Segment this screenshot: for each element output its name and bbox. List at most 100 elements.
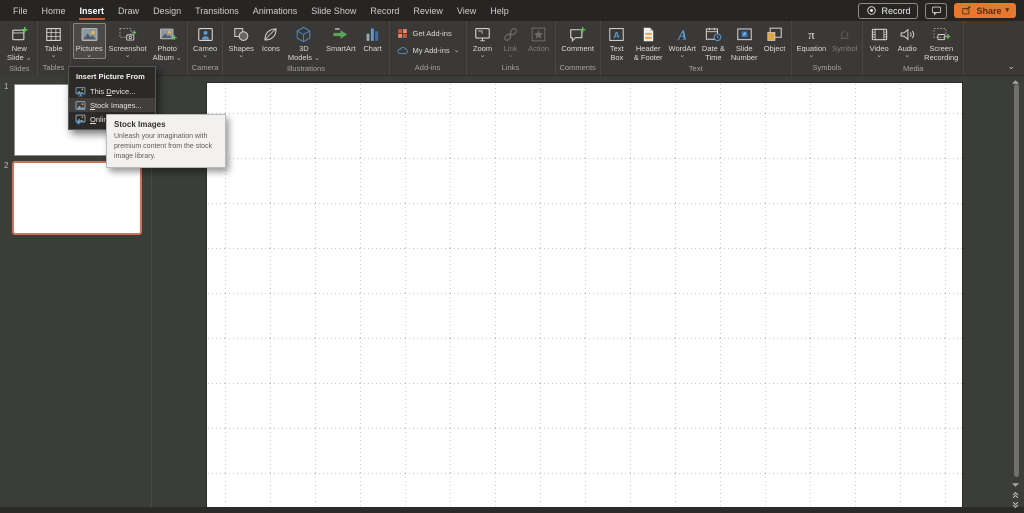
tab-home[interactable]: Home — [35, 0, 73, 21]
scroll-down-icon[interactable] — [1010, 480, 1021, 489]
this-device-icon — [75, 86, 86, 97]
chevron-down-icon: ⌄ — [480, 53, 486, 58]
shapes-button[interactable]: Shapes⌄ — [225, 23, 256, 59]
comment-icon — [568, 24, 588, 44]
photo-album-icon — [157, 24, 177, 44]
ribbon-group-label: Camera — [190, 63, 221, 75]
object-button[interactable]: Object — [761, 23, 789, 54]
titlebar-right: Record Share ▾ — [858, 3, 1024, 19]
ribbon-group-illustrations: Shapes⌄Icons3DModels⌄SmartArtChart Illust… — [223, 21, 389, 75]
tab-insert[interactable]: Insert — [73, 0, 112, 21]
equation-button[interactable]: πEquation⌄ — [794, 23, 830, 59]
svg-text:#: # — [743, 32, 746, 38]
tab-record[interactable]: Record — [363, 0, 406, 21]
my-add-ins-button[interactable]: My Add-ins⌄ — [392, 42, 464, 59]
slide-editing-surface[interactable] — [207, 83, 962, 507]
button-label: Header — [636, 44, 661, 53]
get-addins-icon — [396, 27, 409, 40]
button-label: Time — [705, 53, 721, 62]
pictures-button[interactable]: Pictures⌄ — [73, 23, 106, 59]
menu-bar: FileHomeInsertDrawDesignTransitionsAnima… — [0, 0, 1024, 21]
button-label: Recording — [924, 53, 958, 62]
tab-transitions[interactable]: Transitions — [188, 0, 246, 21]
comments-pane-button[interactable] — [925, 3, 947, 19]
chevron-down-icon: ▾ — [1005, 7, 1009, 14]
tab-review[interactable]: Review — [406, 0, 450, 21]
3d-models-button[interactable]: 3DModels⌄ — [285, 23, 323, 64]
smartart-button[interactable]: SmartArt — [323, 23, 359, 54]
tab-file[interactable]: File — [6, 0, 35, 21]
ribbon-group-camera: Cameo⌄ Camera — [188, 21, 224, 75]
collapse-ribbon-icon[interactable]: ⌄ — [1007, 61, 1015, 72]
button-label: Text — [610, 44, 624, 53]
date-time-icon — [703, 24, 723, 44]
table-button[interactable]: Table⌄ — [40, 23, 68, 59]
chevron-down-icon: ⌄ — [904, 53, 910, 58]
button-label: 3D — [299, 44, 309, 53]
wordart-button[interactable]: AWordArt⌄ — [666, 23, 699, 59]
ribbon-group-label: Illustrations — [225, 64, 386, 76]
ribbon-group-add-ins: Get Add-insMy Add-ins⌄Add-ins — [390, 21, 467, 75]
get-add-ins-button[interactable]: Get Add-ins — [392, 25, 456, 42]
previous-slide-button[interactable] — [1010, 490, 1021, 499]
chevron-down-icon: ⌄ — [202, 53, 208, 58]
video-button[interactable]: Video⌄ — [865, 23, 893, 59]
cameo-button[interactable]: Cameo⌄ — [190, 23, 220, 59]
link-button: Link⌄ — [497, 23, 525, 59]
ribbon-group-media: Video⌄Audio⌄ScreenRecordingMedia — [863, 21, 964, 75]
audio-button[interactable]: Audio⌄ — [893, 23, 921, 59]
button-label: SmartArt — [326, 44, 356, 53]
table-icon — [44, 24, 64, 44]
tab-design[interactable]: Design — [146, 0, 188, 21]
date-time-button[interactable]: Date &Time — [699, 23, 728, 64]
tooltip-body: Unleash your imagination with premium co… — [114, 132, 218, 162]
button-label: Screen — [929, 44, 953, 53]
screenshot-button[interactable]: Screenshot⌄ — [106, 23, 150, 59]
photo-album-button[interactable]: PhotoAlbum⌄ — [150, 23, 185, 64]
text-box-button[interactable]: ATextBox — [603, 23, 631, 64]
ribbon-group-text: ATextBoxHeader& FooterAWordArt⌄Date &Tim… — [601, 21, 792, 75]
next-slide-button[interactable] — [1010, 500, 1021, 509]
chart-icon — [363, 24, 383, 44]
comment-button[interactable]: Comment — [558, 23, 597, 54]
audio-icon — [897, 24, 917, 44]
button-label: New — [12, 44, 27, 53]
vertical-scrollbar-thumb[interactable] — [1014, 84, 1019, 477]
tab-draw[interactable]: Draw — [111, 0, 146, 21]
tab-help[interactable]: Help — [483, 0, 516, 21]
button-label: Action — [528, 44, 549, 53]
chevron-down-icon: ⌄ — [86, 53, 92, 58]
ribbon-group-comments: CommentComments — [556, 21, 601, 75]
ribbon-group-label: Symbols — [794, 63, 861, 75]
record-button-label: Record — [881, 6, 910, 16]
share-button-label: Share — [976, 6, 1001, 16]
header-footer-button[interactable]: Header& Footer — [631, 23, 666, 64]
ribbon-group-slides: NewSlide⌄Slides — [2, 21, 38, 75]
screen-recording-button[interactable]: ScreenRecording — [921, 23, 961, 64]
tooltip-title: Stock Images — [114, 120, 218, 129]
online-pictures-icon — [75, 114, 86, 125]
tab-slide-show[interactable]: Slide Show — [304, 0, 363, 21]
chevron-down-icon: ⌄ — [51, 53, 57, 58]
share-button[interactable]: Share ▾ — [954, 3, 1016, 18]
menu-item-this-device[interactable]: This Device... — [69, 84, 155, 98]
tab-animations[interactable]: Animations — [246, 0, 305, 21]
chevron-down-icon: ⌄ — [26, 56, 32, 61]
new-slide-button[interactable]: NewSlide⌄ — [4, 23, 35, 64]
chart-button[interactable]: Chart — [359, 23, 387, 54]
slide-number-button[interactable]: #SlideNumber — [728, 23, 761, 64]
button-label: Comment — [561, 44, 594, 53]
stock-images-icon — [75, 100, 86, 111]
slide-thumbnail-2[interactable] — [12, 161, 142, 235]
record-button[interactable]: Record — [858, 3, 918, 19]
icons-button[interactable]: Icons — [257, 23, 285, 54]
pictures-icon — [79, 24, 99, 44]
screen-recording-icon — [931, 24, 951, 44]
button-label: Models — [288, 53, 312, 62]
tab-view[interactable]: View — [450, 0, 483, 21]
chevron-down-icon: ⌄ — [876, 53, 882, 58]
icons-icon — [261, 24, 281, 44]
menu-item-stock-images[interactable]: Stock Images... — [69, 98, 155, 112]
zoom-button[interactable]: Zoom⌄ — [469, 23, 497, 59]
ribbon-group-symbols: πEquation⌄ΩSymbolSymbols — [792, 21, 864, 75]
